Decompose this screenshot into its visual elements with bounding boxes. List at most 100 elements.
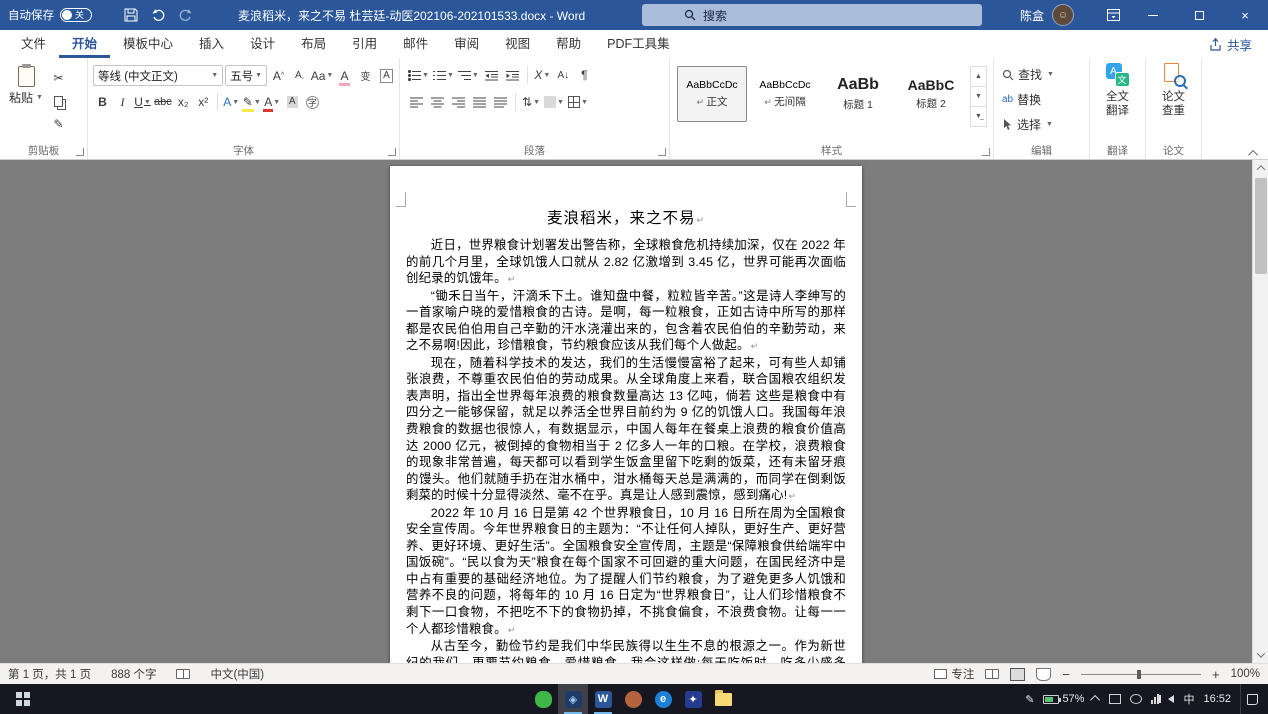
tab-insert[interactable]: 插入	[186, 30, 237, 58]
page[interactable]: 麦浪稻米，来之不易 近日，世界粮食计划署发出警告称，全球粮食危机持续加深，仅在 …	[390, 166, 862, 663]
paragraph[interactable]: 现在，随着科学技术的发达，我们的生活慢慢富裕了起来，可有些人却铺张浪费，不尊重农…	[406, 355, 846, 505]
select-button[interactable]: 选择▼	[1002, 112, 1086, 137]
minimize-button[interactable]	[1130, 0, 1176, 30]
user-name[interactable]: 陈盒	[1020, 0, 1044, 30]
bullets-button[interactable]: ▼	[407, 65, 430, 85]
style-normal[interactable]: AaBbCcDc 正文	[677, 66, 747, 122]
taskbar-app-tool[interactable]: ✦	[678, 684, 708, 714]
autosave-toggle[interactable]: 自动保存 关	[8, 0, 92, 30]
zoom-slider[interactable]	[1081, 674, 1201, 675]
paragraph[interactable]: 近日，世界粮食计划署发出警告称，全球粮食危机持续加深，仅在 2022 年的前几个…	[406, 237, 846, 288]
decrease-indent-button[interactable]	[482, 65, 501, 85]
numbering-button[interactable]: ▼	[432, 65, 455, 85]
action-center-button[interactable]	[1240, 684, 1264, 714]
battery-indicator[interactable]: 57%	[1043, 693, 1084, 705]
scrollbar-thumb[interactable]	[1255, 178, 1267, 274]
replace-button[interactable]: ab 替换	[1002, 87, 1086, 112]
style-no-spacing[interactable]: AaBbCcDc 无间隔	[750, 66, 820, 122]
italic-button[interactable]: I	[113, 92, 132, 112]
tab-review[interactable]: 审阅	[441, 30, 492, 58]
align-left-button[interactable]	[407, 92, 426, 112]
autosave-switch[interactable]: 关	[60, 8, 92, 22]
highlight-color-button[interactable]: ✎▼	[242, 92, 262, 112]
focus-mode-button[interactable]: 专注	[934, 666, 974, 682]
tab-view[interactable]: 视图	[492, 30, 543, 58]
language-indicator[interactable]: 中文(中国)	[210, 666, 264, 682]
proofing-status-icon[interactable]	[176, 669, 190, 679]
read-mode-button[interactable]	[985, 669, 999, 679]
full-text-translate-button[interactable]: A文 全文翻译	[1105, 63, 1131, 118]
ime-indicator[interactable]: 中	[1183, 691, 1194, 707]
shading-button[interactable]: ▼	[543, 92, 565, 112]
tab-home[interactable]: 开始	[59, 30, 110, 58]
clear-formatting-button[interactable]: A	[335, 66, 354, 86]
show-formatting-marks-button[interactable]: ¶	[575, 65, 594, 85]
paragraph-dialog-launcher[interactable]	[658, 148, 666, 156]
align-right-button[interactable]	[449, 92, 468, 112]
tab-layout[interactable]: 布局	[288, 30, 339, 58]
web-layout-button[interactable]	[1036, 668, 1051, 681]
maximize-restore-button[interactable]	[1176, 0, 1222, 30]
superscript-button[interactable]: x²	[194, 92, 213, 112]
tab-references[interactable]: 引用	[339, 30, 390, 58]
font-name-select[interactable]: 等线 (中文正文)▼	[93, 65, 223, 86]
tab-template-center[interactable]: 模板中心	[110, 30, 186, 58]
clipboard-dialog-launcher[interactable]	[76, 148, 84, 156]
font-dialog-launcher[interactable]	[388, 148, 396, 156]
search-input[interactable]: 搜索	[642, 4, 982, 26]
zoom-slider-thumb[interactable]	[1137, 670, 1141, 679]
shrink-font-button[interactable]: Aˬ	[290, 66, 309, 86]
taskbar-app-active[interactable]: ◈	[558, 684, 588, 714]
ribbon-display-options-button[interactable]	[1098, 0, 1128, 30]
document-heading[interactable]: 麦浪稻米，来之不易	[406, 206, 846, 228]
text-effects-button[interactable]: A▼	[222, 92, 241, 112]
font-size-select[interactable]: 五号▼	[225, 65, 267, 86]
distribute-button[interactable]	[491, 92, 510, 112]
tab-design[interactable]: 设计	[237, 30, 288, 58]
zoom-in-button[interactable]: +	[1212, 667, 1220, 682]
scroll-down-button[interactable]	[1253, 647, 1268, 663]
tray-expand-button[interactable]	[1093, 693, 1100, 705]
copy-button[interactable]	[49, 91, 68, 111]
undo-button[interactable]	[146, 0, 172, 30]
paragraph[interactable]: “锄禾日当午，汗滴禾下土。谁知盘中餐，粒粒皆辛苦。”这是诗人李绅写的一首家喻户晓…	[406, 288, 846, 355]
print-layout-button[interactable]	[1010, 668, 1025, 681]
word-count[interactable]: 888 个字	[111, 666, 156, 682]
tab-pdf-tools[interactable]: PDF工具集	[594, 30, 683, 58]
bold-button[interactable]: B	[93, 92, 112, 112]
zoom-percent[interactable]: 100%	[1231, 668, 1260, 680]
style-heading-1[interactable]: AaBb 标题 1	[823, 66, 893, 122]
styles-gallery-more-button[interactable]: ▼̲	[971, 107, 986, 126]
taskbar-app-music[interactable]	[618, 684, 648, 714]
underline-button[interactable]: U▼	[133, 92, 152, 112]
tab-file[interactable]: 文件	[8, 30, 59, 58]
asian-layout-button[interactable]: X▼	[533, 65, 552, 85]
display-tray-icon[interactable]	[1109, 694, 1121, 704]
format-painter-button[interactable]: ✎	[49, 114, 68, 134]
cut-button[interactable]: ✂	[49, 68, 68, 88]
styles-scroll-up-button[interactable]: ▲	[971, 67, 986, 87]
collapse-ribbon-button[interactable]	[1251, 146, 1260, 155]
styles-scroll-down-button[interactable]: ▼	[971, 87, 986, 107]
style-heading-2[interactable]: AaBbC 标题 2	[896, 66, 966, 122]
volume-icon[interactable]	[1168, 695, 1174, 703]
zoom-out-button[interactable]: −	[1062, 667, 1070, 682]
enclose-characters-button[interactable]: 字	[303, 92, 322, 112]
phonetic-guide-button[interactable]: 变	[356, 66, 375, 86]
styles-dialog-launcher[interactable]	[982, 148, 990, 156]
redo-button[interactable]	[172, 0, 198, 30]
taskbar-app-chat[interactable]	[528, 684, 558, 714]
borders-button[interactable]: ▼	[567, 92, 589, 112]
increase-indent-button[interactable]	[503, 65, 522, 85]
line-spacing-button[interactable]: ⇅▼	[521, 92, 541, 112]
cloud-tray-icon[interactable]	[1130, 694, 1142, 704]
avatar[interactable]: ☺	[1052, 4, 1074, 26]
paragraph[interactable]: 2022 年 10 月 16 日是第 42 个世界粮食日，10 月 16 日所在…	[406, 505, 846, 638]
sort-button[interactable]: A↓	[554, 65, 573, 85]
share-button[interactable]: 共享	[1209, 30, 1252, 58]
font-color-button[interactable]: A▼	[263, 92, 282, 112]
vertical-scrollbar[interactable]	[1252, 160, 1268, 663]
paste-button[interactable]: 粘贴▼	[3, 62, 49, 143]
justify-button[interactable]	[470, 92, 489, 112]
save-button[interactable]	[118, 0, 144, 30]
